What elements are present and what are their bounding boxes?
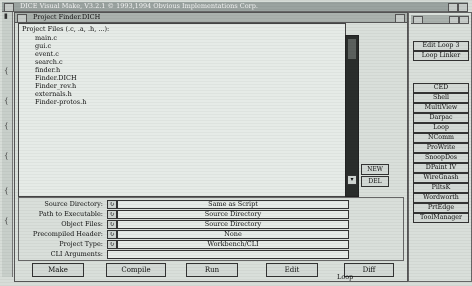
tool-shell-button[interactable]: Shell xyxy=(413,93,469,103)
object-files-field[interactable]: Source Directory xyxy=(117,220,349,229)
project-type-field[interactable]: Workbench/CLI xyxy=(117,240,349,249)
form-row: Source Directory: ↻ Same as Script xyxy=(19,200,403,209)
tools-panel: Edit Loop 3 Loop Linker CED Shell MultiV… xyxy=(408,12,472,282)
form-label: Project Type: xyxy=(59,240,103,248)
list-item[interactable]: externals.h xyxy=(35,90,72,98)
tool-ncomm-button[interactable]: NComm xyxy=(413,133,469,143)
tool-prtedge-button[interactable]: PrtEdge xyxy=(413,203,469,213)
cli-arguments-input[interactable] xyxy=(107,250,349,259)
screen: DICE Visual Make, V3.2.1 © 1993,1994 Obv… xyxy=(0,0,472,286)
project-window: Project Finder.DICH Project Files (.c, .… xyxy=(14,12,408,282)
form-label: Precompiled Header: xyxy=(32,230,103,238)
form-row: Project Type: ↻ Workbench/CLI xyxy=(19,240,403,249)
project-window-title: Project Finder.DICH xyxy=(33,13,101,21)
list-item[interactable]: search.c xyxy=(35,58,63,66)
form-row: Precompiled Header: ↻ None xyxy=(19,230,403,239)
tool-multiview-button[interactable]: MultiView xyxy=(413,103,469,113)
tool-darpac-button[interactable]: Darpac xyxy=(413,113,469,123)
bracket-icon: { xyxy=(4,217,9,225)
tool-wordworth-button[interactable]: Wordworth xyxy=(413,193,469,203)
close-icon[interactable] xyxy=(17,14,27,23)
source-directory-field[interactable]: Same as Script xyxy=(117,200,349,209)
project-window-titlebar: Project Finder.DICH xyxy=(15,13,407,23)
form-label: Object Files: xyxy=(61,220,103,228)
tool-snoopdos-button[interactable]: SnoopDos xyxy=(413,153,469,163)
cycle-icon[interactable]: ↻ xyxy=(107,240,117,249)
close-icon[interactable] xyxy=(413,16,423,24)
form-label: Path to Executable: xyxy=(38,210,103,218)
zoom-icon[interactable] xyxy=(458,3,468,12)
list-item[interactable]: main.c xyxy=(35,34,57,42)
precompiled-header-field[interactable]: None xyxy=(117,230,349,239)
bracket-icon: { xyxy=(4,67,9,75)
loop-linker-button[interactable]: Loop Linker xyxy=(413,51,469,61)
list-item[interactable]: Finder_rev.h xyxy=(35,82,76,90)
gadget-icon: ▮ xyxy=(4,12,8,20)
depth-icon[interactable] xyxy=(448,3,458,12)
del-button[interactable]: DEL xyxy=(361,176,389,187)
list-item[interactable]: event.c xyxy=(35,50,59,58)
tool-loop-button[interactable]: Loop xyxy=(413,123,469,133)
edit-loop-button[interactable]: Edit Loop 3 xyxy=(413,41,469,51)
bracket-icon: { xyxy=(4,152,9,160)
form-row: CLI Arguments: xyxy=(19,250,403,259)
close-icon[interactable] xyxy=(4,3,14,12)
tool-wiregnash-button[interactable]: WireGnash xyxy=(413,173,469,183)
depth-icon[interactable] xyxy=(395,14,405,23)
bracket-icon: { xyxy=(4,187,9,195)
scroll-arrow-icon[interactable]: ▾ xyxy=(347,175,357,185)
tool-ced-button[interactable]: CED xyxy=(413,83,469,93)
tools-panel-titlebar xyxy=(411,15,469,24)
cycle-icon[interactable]: ↻ xyxy=(107,210,117,219)
depth-icon[interactable] xyxy=(449,16,459,24)
make-button[interactable]: Make xyxy=(32,263,84,277)
list-header: Project Files (.c, .a, .h, ...): xyxy=(22,25,110,33)
list-item[interactable]: Finder.DICH xyxy=(35,74,77,82)
edit-button[interactable]: Edit xyxy=(266,263,318,277)
tool-piltsk-button[interactable]: PiltsK xyxy=(413,183,469,193)
list-item[interactable]: gui.c xyxy=(35,42,51,50)
left-strip: ▮ { { { { { { xyxy=(2,12,13,277)
path-to-executable-field[interactable]: Source Directory xyxy=(117,210,349,219)
form-row: Object Files: ↻ Source Directory xyxy=(19,220,403,229)
project-settings-form: Source Directory: ↻ Same as Script Path … xyxy=(18,197,404,261)
compile-button[interactable]: Compile xyxy=(106,263,166,277)
run-button[interactable]: Run xyxy=(186,263,238,277)
bracket-icon: { xyxy=(4,122,9,130)
screen-title: DICE Visual Make, V3.2.1 © 1993,1994 Obv… xyxy=(20,2,258,10)
project-files-list[interactable]: Project Files (.c, .a, .h, ...): main.c … xyxy=(18,23,346,197)
list-item[interactable]: Finder-protos.h xyxy=(35,98,86,106)
list-item[interactable]: finder.h xyxy=(35,66,60,74)
tool-dpaint-button[interactable]: DPaint IV xyxy=(413,163,469,173)
cycle-icon[interactable]: ↻ xyxy=(107,200,117,209)
scroll-knob[interactable] xyxy=(348,39,356,59)
bracket-icon: { xyxy=(4,97,9,105)
zoom-icon[interactable] xyxy=(459,16,469,24)
form-row: Path to Executable: ↻ Source Directory xyxy=(19,210,403,219)
tool-prowrite-button[interactable]: ProWrite xyxy=(413,143,469,153)
screen-titlebar: DICE Visual Make, V3.2.1 © 1993,1994 Obv… xyxy=(2,2,468,12)
cycle-icon[interactable]: ↻ xyxy=(107,220,117,229)
tool-toolmanager-button[interactable]: ToolManager xyxy=(413,213,469,223)
list-scrollbar[interactable] xyxy=(345,35,359,197)
status-text: Loop xyxy=(337,273,354,281)
cycle-icon[interactable]: ↻ xyxy=(107,230,117,239)
new-button[interactable]: NEW xyxy=(361,164,389,175)
form-label: CLI Arguments: xyxy=(50,250,103,258)
form-label: Source Directory: xyxy=(44,200,103,208)
